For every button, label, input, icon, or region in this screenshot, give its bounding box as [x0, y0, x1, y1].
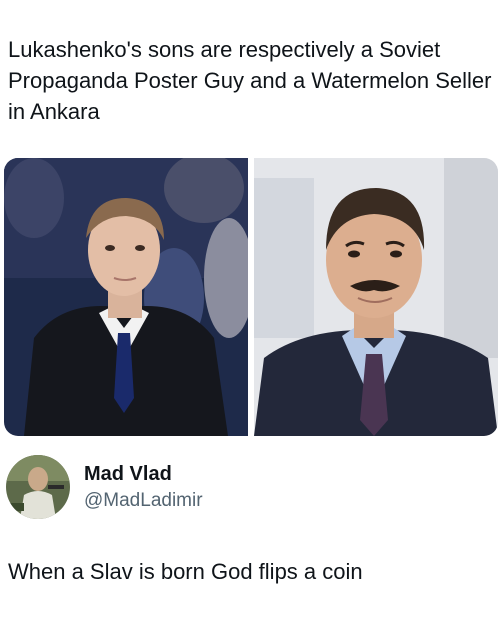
handle[interactable]: @MadLadimir [84, 490, 203, 512]
young-man-in-suit-photo [4, 158, 248, 436]
author-row[interactable]: Mad Vlad @MadLadimir [6, 452, 486, 522]
author-names: Mad Vlad @MadLadimir [84, 463, 203, 512]
reply-text: When a Slav is born God flips a coin [8, 559, 363, 584]
photo-grid[interactable] [4, 158, 498, 436]
display-name[interactable]: Mad Vlad [84, 463, 203, 486]
photo-young-man[interactable] [4, 158, 248, 436]
post-caption: Lukashenko's sons are respectively a Sov… [8, 37, 492, 124]
photo-mustached-man[interactable] [254, 158, 498, 436]
mustached-man-in-suit-photo [254, 158, 498, 436]
avatar-photo [6, 455, 70, 519]
avatar[interactable] [6, 455, 70, 519]
